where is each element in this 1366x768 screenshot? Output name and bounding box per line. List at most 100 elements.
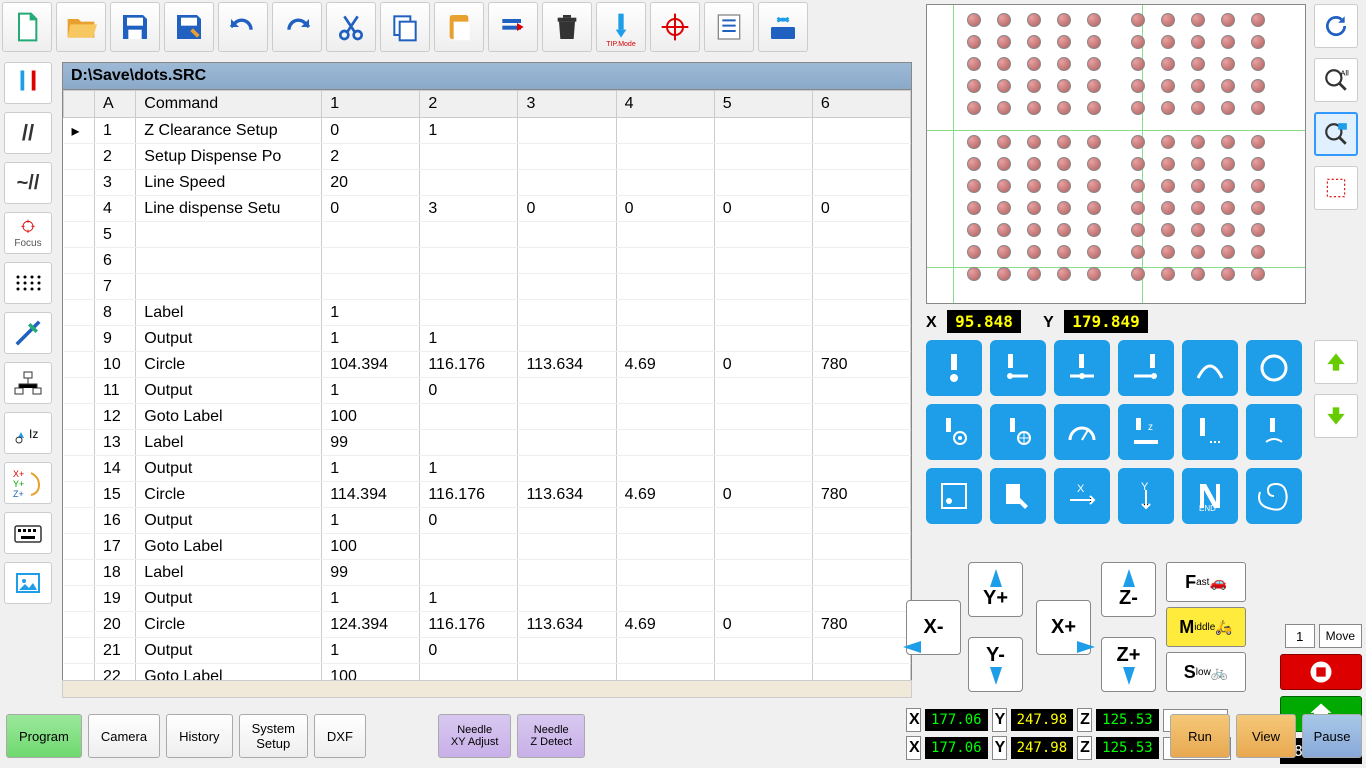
grid-header[interactable]: 2	[420, 91, 518, 118]
grid-row[interactable]: 16Output10	[64, 508, 911, 534]
jog-x-plus[interactable]: X+	[1036, 600, 1091, 655]
up-button[interactable]	[1314, 340, 1358, 384]
grid-header[interactable]: 1	[322, 91, 420, 118]
cmd-line-setup[interactable]	[990, 404, 1046, 460]
grid-header[interactable]: 4	[616, 91, 714, 118]
list-button[interactable]	[704, 2, 754, 52]
parallel-tool-button[interactable]: //	[4, 112, 52, 154]
grid-row[interactable]: 8Label1	[64, 300, 911, 326]
cut-button[interactable]	[326, 2, 376, 52]
insert-button[interactable]	[488, 2, 538, 52]
crosshair-button[interactable]	[650, 2, 700, 52]
cmd-home[interactable]	[1182, 404, 1238, 460]
jog-y-minus[interactable]: Y-	[968, 637, 1023, 692]
delete-button[interactable]	[542, 2, 592, 52]
cmd-speed[interactable]	[1054, 404, 1110, 460]
cmd-mark1[interactable]	[926, 468, 982, 524]
tip-mode-button[interactable]: TIP.Mode	[596, 2, 646, 52]
redo-button[interactable]	[272, 2, 322, 52]
open-file-button[interactable]	[56, 2, 106, 52]
cmd-dispense-dot[interactable]	[926, 340, 982, 396]
needle-xy-button[interactable]: Needle XY Adjust	[438, 714, 512, 758]
speed-fast[interactable]: Fast 🚗	[1166, 562, 1246, 602]
grid-row[interactable]: 6	[64, 248, 911, 274]
grid-row[interactable]: 14Output11	[64, 456, 911, 482]
grid-row[interactable]: 11Output10	[64, 378, 911, 404]
grid-row[interactable]: 4Line dispense Setu030000	[64, 196, 911, 222]
view-button[interactable]: View	[1236, 714, 1296, 758]
z-setup-button[interactable]: Iz	[4, 412, 52, 454]
save-edit-button[interactable]	[164, 2, 214, 52]
horizontal-scroll[interactable]	[62, 680, 912, 698]
cmd-spiral[interactable]	[1246, 468, 1302, 524]
stop-button[interactable]	[1280, 654, 1362, 690]
speed-slow[interactable]: Slow 🚲	[1166, 652, 1246, 692]
preview-panel[interactable]	[926, 4, 1306, 304]
camera-button[interactable]: Camera	[88, 714, 160, 758]
program-button[interactable]: Program	[6, 714, 82, 758]
cmd-circle[interactable]	[1246, 340, 1302, 396]
speed-middle[interactable]: Middle🛵	[1166, 607, 1246, 647]
grid-row[interactable]: 18Label99	[64, 560, 911, 586]
zoom-all-button[interactable]: All	[1314, 58, 1358, 102]
cmd-line-mid[interactable]	[1054, 340, 1110, 396]
selection-button[interactable]	[1314, 166, 1358, 210]
grid-row[interactable]: 10Circle104.394116.176113.6344.690780	[64, 352, 911, 378]
needle-z-button[interactable]: Needle Z Detect	[517, 714, 585, 758]
measure-tool-button[interactable]	[4, 312, 52, 354]
cmd-line-start[interactable]	[990, 340, 1046, 396]
image-tool-button[interactable]	[4, 562, 52, 604]
cmd-mark2[interactable]	[990, 468, 1046, 524]
grid-row[interactable]: 15Circle114.394116.176113.6344.690780	[64, 482, 911, 508]
zoom-select-button[interactable]	[1314, 112, 1358, 156]
grid-row[interactable]: ▸1Z Clearance Setup01	[64, 118, 911, 144]
cmd-retract[interactable]	[1246, 404, 1302, 460]
grid-header[interactable]: A	[94, 91, 135, 118]
jog-y-plus[interactable]: Y+	[968, 562, 1023, 617]
refresh-button[interactable]	[1314, 4, 1358, 48]
cmd-z-clearance[interactable]: z	[1118, 404, 1174, 460]
grid-row[interactable]: 22Goto Label100	[64, 664, 911, 681]
needle-tool-button[interactable]	[4, 62, 52, 104]
paste-button[interactable]	[434, 2, 484, 52]
program-grid[interactable]: ACommand123456 ▸1Z Clearance Setup012Set…	[63, 90, 911, 680]
grid-row[interactable]: 20Circle124.394116.176113.6344.690780	[64, 612, 911, 638]
cmd-axis-x[interactable]: X	[1054, 468, 1110, 524]
xyz-setup-button[interactable]: X+Y+Z+	[4, 462, 52, 504]
grid-row[interactable]: 12Goto Label100	[64, 404, 911, 430]
cmd-line-end[interactable]	[1118, 340, 1174, 396]
save-button[interactable]	[110, 2, 160, 52]
jog-z-minus[interactable]: Z-	[1101, 562, 1156, 617]
grid-row[interactable]: 9Output11	[64, 326, 911, 352]
grid-row[interactable]: 5	[64, 222, 911, 248]
keyboard-button[interactable]	[4, 512, 52, 554]
grid-header[interactable]: 5	[714, 91, 812, 118]
move-step-input[interactable]	[1285, 624, 1315, 648]
move-button[interactable]: Move	[1319, 624, 1362, 648]
grid-row[interactable]: 2Setup Dispense Po2	[64, 144, 911, 170]
grid-row[interactable]: 17Goto Label100	[64, 534, 911, 560]
undo-button[interactable]	[218, 2, 268, 52]
cmd-arc[interactable]	[1182, 340, 1238, 396]
grid-row[interactable]: 19Output11	[64, 586, 911, 612]
grid-header[interactable]: 3	[518, 91, 616, 118]
system-setup-button[interactable]: System Setup	[239, 714, 308, 758]
focus-button[interactable]: Focus	[4, 212, 52, 254]
dxf-button[interactable]: DXF	[314, 714, 366, 758]
cmd-axis-y[interactable]: Y	[1118, 468, 1174, 524]
grid-row[interactable]: 13Label99	[64, 430, 911, 456]
wave-tool-button[interactable]: ~//	[4, 162, 52, 204]
jog-z-plus[interactable]: Z+	[1101, 637, 1156, 692]
run-button[interactable]: Run	[1170, 714, 1230, 758]
down-button[interactable]	[1314, 394, 1358, 438]
grid-header[interactable]	[64, 91, 95, 118]
grid-header[interactable]: Command	[136, 91, 322, 118]
dots-tool-button[interactable]	[4, 262, 52, 304]
copy-button[interactable]	[380, 2, 430, 52]
pause-button[interactable]: Pause	[1302, 714, 1362, 758]
cmd-end[interactable]: END	[1182, 468, 1238, 524]
cmd-dispense-setup[interactable]	[926, 404, 982, 460]
grid-row[interactable]: 7	[64, 274, 911, 300]
grid-header[interactable]: 6	[812, 91, 910, 118]
jog-x-minus[interactable]: X-	[906, 600, 961, 655]
